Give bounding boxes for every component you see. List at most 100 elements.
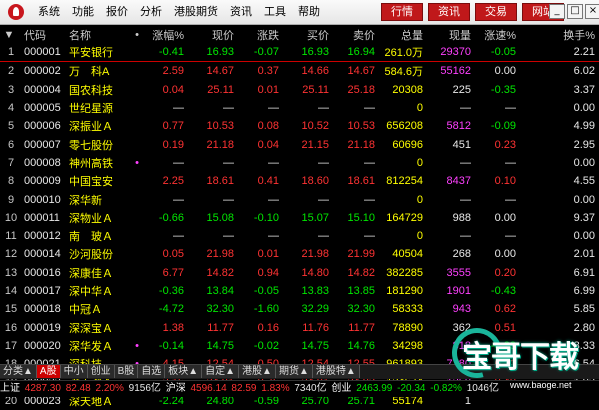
table-row[interactable]: 11 000012 南 玻Ａ — — — — — 0 — — 0.00 [0,227,599,245]
speed-pct: -0.43 [490,285,516,297]
turnover-pct: 0.00 [573,156,595,169]
menu-analysis[interactable]: 分析 [140,0,162,24]
mode-news-button[interactable]: 资讯 [428,3,470,21]
table-row[interactable]: 8 000009 中国宝安 2.25 18.61 0.41 18.60 18.61 812254… [0,172,599,190]
mode-quote-button[interactable]: 行情 [381,3,423,21]
speed-pct: 0.00 [494,65,516,78]
stock-name: 深物业Ａ [69,212,113,225]
table-row[interactable]: 3 000004 国农科技 0.04 25.11 0.01 25.11 25.18 20308 2… [0,81,599,99]
col-header-ask[interactable]: 卖价 [333,26,379,43]
col-header-name[interactable]: 名称 [67,26,129,43]
tab-10[interactable]: 港股特▲ [312,365,360,378]
tab-2[interactable]: 中小 [60,365,88,378]
change: -1.60 [253,303,279,316]
tab-0[interactable]: 分类▲ [0,365,37,378]
table-row[interactable]: 4 000005 世纪星源 — — — — — 0 — — 0.00 [0,99,599,117]
row-number: 6 [7,138,15,151]
row-number: 13 [4,266,18,279]
mode-trade-button[interactable]: 交易 [475,3,517,21]
row-mark [129,282,143,300]
price: 14.75 [206,339,234,352]
tab-8[interactable]: 港股▲ [239,365,276,378]
table-row[interactable]: 10 000011 深物业Ａ -0.66 15.08 -0.10 15.07 15.10 164… [0,209,599,227]
speed-pct: 0.00 [494,248,516,261]
change: 0.04 [257,138,279,151]
speed-pct: 0.10 [494,175,516,188]
table-row[interactable]: 9 000010 深华新 — — — — — 0 — — 0.00 [0,190,599,208]
menu-function[interactable]: 功能 [72,0,94,24]
stock-code: 000005 [24,102,61,115]
table-row[interactable]: 14 000017 深中华Ａ -0.36 13.84 -0.05 13.83 13.85 181… [0,282,599,300]
col-header-turnover[interactable]: 换手% [520,26,599,43]
speed-pct: — [505,156,516,169]
total-volume: 584.6万 [384,66,423,79]
col-header-code[interactable]: 代码 [22,26,67,43]
menu-bar: 系统 功能 报价 分析 港股期货 资讯 工具 帮助 行情 资讯 交易 网站 _ … [0,0,599,25]
table-row[interactable]: 13 000016 深康佳Ａ 6.77 14.82 0.94 14.80 14.82 38228… [0,264,599,282]
tab-1[interactable]: A股 [36,365,61,378]
tab-5[interactable]: 自选 [138,365,166,378]
total-volume: 60696 [392,138,423,151]
table-row[interactable]: 15 000018 中冠Ａ -4.72 32.30 -1.60 32.29 32.30 5833… [0,300,599,318]
minimize-button[interactable]: _ [549,4,565,19]
tab-4[interactable]: B股 [114,365,139,378]
change: -0.10 [253,211,279,224]
price: — [223,230,234,243]
maximize-button[interactable]: □ [567,4,583,19]
col-header-speed[interactable]: 涨速% [475,26,520,43]
sh-index-pct: 2.20% [95,383,124,394]
menu-tools[interactable]: 工具 [264,0,286,24]
stock-name: 深深宝Ａ [69,322,113,335]
turnover-pct: 4.99 [573,120,595,133]
tab-3[interactable]: 创业 [87,365,115,378]
row-number: 3 [7,83,15,96]
table-row[interactable]: 12 000014 沙河股份 0.05 21.98 0.01 21.98 21.99 40504… [0,245,599,263]
row-mark [129,209,143,227]
turnover-pct: 6.02 [573,65,595,78]
bid-price: 13.83 [301,285,329,297]
menu-news[interactable]: 资讯 [230,0,252,24]
change: — [268,102,279,115]
col-header-volume[interactable]: 总量 [379,26,427,43]
sort-toggle-icon[interactable]: ▼ [0,26,22,43]
table-row[interactable]: 5 000006 深振业Ａ 0.77 10.53 0.08 10.52 10.53 656208… [0,117,599,135]
col-header-price[interactable]: 现价 [188,26,238,43]
change-pct: -0.36 [158,285,184,297]
tab-6[interactable]: 板块▲ [165,365,203,378]
current-volume: — [460,156,471,169]
menu-system[interactable]: 系统 [38,0,60,24]
current-volume: 225 [452,83,471,96]
change-pct: — [173,156,184,169]
menu-help[interactable]: 帮助 [298,0,320,24]
table-row[interactable]: 1 000001 平安银行 -0.41 16.93 -0.07 16.93 16.94 261.… [0,43,599,63]
ask-price: — [364,193,375,206]
ask-price: 21.18 [347,138,375,151]
speed-pct: -0.05 [475,43,520,63]
menu-quote[interactable]: 报价 [106,0,128,24]
bid-price: 10.52 [301,120,329,133]
tab-9[interactable]: 期货▲ [275,365,313,378]
row-mark [129,318,143,336]
menu-hk-futures[interactable]: 港股期货 [174,0,218,24]
table-row[interactable]: 7 000008 神州高铁 • — — — — — 0 — — 0.00 [0,154,599,172]
stock-code: 000008 [24,156,61,169]
bid-price: 14.66 [301,65,329,78]
row-number: 17 [4,339,18,352]
table-row[interactable]: 6 000007 零七股份 0.19 21.18 0.04 21.15 21.18 60696 4… [0,135,599,153]
col-header-pct[interactable]: 涨幅% [143,26,188,43]
speed-pct: 0.20 [494,266,516,279]
col-header-change[interactable]: 涨跌 [238,26,283,43]
tab-7[interactable]: 自定▲ [202,365,240,378]
table-row[interactable]: 2 000002 万 科A 2.59 14.67 0.37 14.66 14.67 584.6万… [0,62,599,81]
col-header-bid[interactable]: 买价 [283,26,333,43]
stock-code: 000020 [24,339,61,352]
sh-index-label: 上证 [0,383,20,394]
row-number: 1 [0,43,22,63]
speed-pct: 0.23 [494,138,516,151]
speed-pct: 0.00 [494,211,516,224]
bid-price: 11.76 [302,321,329,334]
close-button[interactable]: × [585,4,599,19]
col-header-current-volume[interactable]: 现量 [427,26,475,43]
stock-code: 000017 [24,285,61,297]
bid-price: — [318,230,329,243]
